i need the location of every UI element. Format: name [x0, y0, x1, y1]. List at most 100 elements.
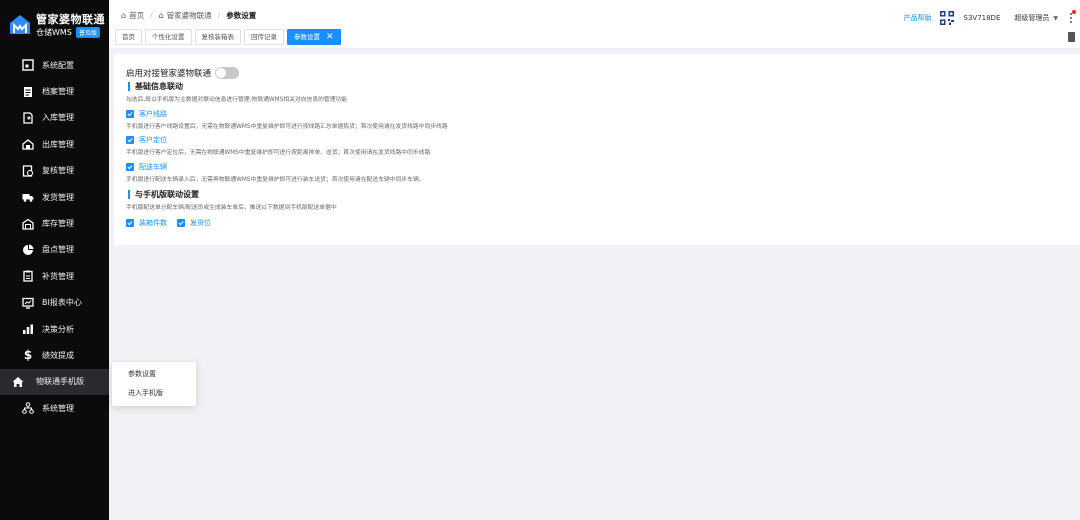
- edition-badge: 普及版: [76, 27, 101, 38]
- close-icon[interactable]: ✕: [326, 30, 334, 44]
- settings-panel: 启用对接管家婆物联通 基础信息联动 勾选后,既以手机版为主数据对联动信息进行管理…: [114, 54, 1080, 245]
- header-actions: 产品帮助 S3V718DE 超级管理员 ▼: [904, 10, 1080, 26]
- section-desc-basic: 勾选后,既以手机版为主数据对联动信息进行管理;物联通WMS相关对向信息的管理功能: [126, 97, 348, 103]
- brand-house-icon: [10, 15, 30, 34]
- sidebar-item-label: BI报表中心: [42, 298, 82, 308]
- top-header: ⌂ 首页 / ⌂ 管家婆物联通 / 参数设置 首页 个性化设置 复核装箱表 回传…: [109, 0, 1080, 48]
- option-label: 客户线路: [139, 110, 167, 118]
- sidebar-item-label: 发货管理: [42, 192, 74, 202]
- enable-label: 启用对接管家婆物联通: [126, 69, 212, 79]
- report-icon: [22, 297, 34, 309]
- brand-logo[interactable]: 管家婆物联通 仓储WMS 普及版: [6, 8, 106, 40]
- sidebar-item-decision[interactable]: 决策分析: [0, 316, 109, 342]
- sidebar-item-mobile[interactable]: 物联通手机版: [0, 368, 109, 396]
- notification-dot: [1072, 10, 1076, 14]
- option-label-box-count[interactable]: 装箱件数: [139, 218, 167, 228]
- option-label: 客户定位: [139, 136, 167, 144]
- sidebar-item-archive[interactable]: 档案管理: [0, 78, 109, 104]
- review-icon: [22, 165, 34, 177]
- sidebar: 管家婆物联通 仓储WMS 普及版 系统配置 档案管理 入库管理 出库管理 复核管…: [0, 0, 109, 520]
- checkbox-checked-icon[interactable]: [177, 219, 185, 227]
- sidebar-item-system-admin[interactable]: 系统管理: [0, 395, 109, 421]
- bar-chart-icon: [22, 323, 34, 335]
- sidebar-item-label: 物联通手机版: [36, 377, 84, 387]
- sidebar-item-replenish[interactable]: 补货管理: [0, 263, 109, 289]
- enable-row: 启用对接管家婆物联通: [126, 67, 240, 79]
- sidebar-item-system-config[interactable]: 系统配置: [0, 52, 109, 78]
- clipboard-icon: [22, 270, 34, 282]
- breadcrumb-module[interactable]: 管家婆物联通: [167, 10, 212, 21]
- option-customer-route[interactable]: 客户线路: [126, 109, 167, 119]
- chevron-down-icon[interactable]: ▼: [1053, 15, 1058, 22]
- home-crumb-icon: ⌂: [121, 11, 127, 20]
- option-delivery-vehicle[interactable]: 配送车辆: [126, 162, 167, 172]
- option-customer-location[interactable]: 客户定位: [126, 135, 167, 145]
- sidebar-item-bi-reports[interactable]: BI报表中心: [0, 290, 109, 316]
- dollar-icon: $: [23, 348, 33, 363]
- home-icon: [12, 376, 24, 388]
- page-tabs: 首页 个性化设置 复核装箱表 回传记录 参数设置 ✕: [115, 29, 344, 45]
- sidebar-item-inbound[interactable]: 入库管理: [0, 105, 109, 131]
- document-icon: [22, 86, 34, 98]
- sidebar-menu: 系统配置 档案管理 入库管理 出库管理 复核管理 发货管理 库存管理 盘点管理: [0, 52, 109, 421]
- sidebar-item-outbound[interactable]: 出库管理: [0, 131, 109, 157]
- sidebar-item-commission[interactable]: $ 绩效提成: [0, 342, 109, 368]
- checkbox-checked-icon[interactable]: [126, 219, 134, 227]
- tab-home[interactable]: 首页: [115, 29, 142, 45]
- mobile-options-row: 装箱件数 发货位: [126, 218, 221, 228]
- account-code: S3V718DE: [963, 14, 1001, 22]
- brand-subtitle: 仓储WMS: [36, 28, 72, 37]
- sidebar-item-label: 决策分析: [42, 324, 74, 334]
- sidebar-item-stocktake[interactable]: 盘点管理: [0, 237, 109, 263]
- option-label: 配送车辆: [139, 163, 167, 171]
- sidebar-item-label: 复核管理: [42, 166, 74, 176]
- switch-knob: [216, 68, 227, 78]
- sidebar-item-label: 档案管理: [42, 87, 74, 97]
- tab-personalization[interactable]: 个性化设置: [145, 29, 192, 45]
- checkbox-checked-icon[interactable]: [126, 110, 134, 118]
- sidebar-item-label: 出库管理: [42, 139, 74, 149]
- tab-parameter-settings[interactable]: 参数设置 ✕: [287, 29, 341, 45]
- breadcrumb: ⌂ 首页 / ⌂ 管家婆物联通 / 参数设置: [121, 10, 256, 21]
- option-desc: 手机版进行配送车辆录入后，无需再物联通WMS中重复维护即可进行装车送货；首次使用…: [126, 177, 425, 183]
- checkbox-checked-icon[interactable]: [126, 163, 134, 171]
- submenu-item-settings[interactable]: 参数设置: [112, 365, 196, 384]
- sidebar-item-label: 绩效提成: [42, 350, 74, 360]
- sidebar-item-review[interactable]: 复核管理: [0, 158, 109, 184]
- mobile-submenu: 参数设置 进入手机版: [112, 362, 196, 406]
- section-desc-mobile: 手机版配送单分配车辆/配送员或生成装车单后，推送以下数据到手机版配送单据中: [126, 205, 337, 211]
- sidebar-item-label: 库存管理: [42, 219, 74, 229]
- sidebar-item-shipping[interactable]: 发货管理: [0, 184, 109, 210]
- qr-code-icon[interactable]: [939, 11, 954, 25]
- tab-return-records[interactable]: 回传记录: [244, 29, 284, 45]
- settings-icon: [22, 59, 34, 71]
- breadcrumb-separator: /: [217, 11, 221, 20]
- checkbox-checked-icon[interactable]: [126, 136, 134, 144]
- enable-switch[interactable]: [215, 67, 240, 79]
- sidebar-item-label: 盘点管理: [42, 245, 74, 255]
- org-icon: [22, 402, 34, 415]
- panel-toggle-icon[interactable]: [1068, 32, 1075, 42]
- pie-icon: [22, 244, 34, 256]
- home-crumb-icon: ⌂: [158, 11, 164, 20]
- user-menu[interactable]: 超级管理员: [1014, 13, 1049, 23]
- submenu-item-enter-mobile[interactable]: 进入手机版: [112, 384, 196, 403]
- breadcrumb-separator: /: [150, 11, 153, 20]
- section-title-mobile: 与手机版联动设置: [128, 190, 199, 199]
- more-options-icon[interactable]: [1068, 10, 1076, 25]
- outbound-icon: [22, 138, 34, 151]
- breadcrumb-home[interactable]: 首页: [129, 10, 144, 21]
- truck-icon: [22, 191, 34, 203]
- option-desc: 手机版进行客户定位后，无需在物联通WMS中重复维护即可进行按距离排单、送货；首次…: [126, 150, 431, 156]
- option-label-ship-location[interactable]: 发货位: [190, 218, 211, 228]
- product-help-link[interactable]: 产品帮助: [904, 13, 932, 23]
- sidebar-item-inventory[interactable]: 库存管理: [0, 210, 109, 236]
- sidebar-item-label: 系统配置: [42, 60, 74, 70]
- section-title-basic: 基础信息联动: [128, 82, 183, 91]
- sidebar-item-label: 补货管理: [42, 271, 74, 281]
- breadcrumb-current: 参数设置: [226, 11, 257, 20]
- warehouse-icon: [22, 218, 34, 230]
- option-desc: 手机版进行客户线路设置后，无需在物联通WMS中重复维护即可进行按线路汇总单据拣货…: [126, 124, 448, 130]
- sidebar-item-label: 系统管理: [42, 403, 74, 413]
- tab-packing-table[interactable]: 复核装箱表: [194, 29, 241, 45]
